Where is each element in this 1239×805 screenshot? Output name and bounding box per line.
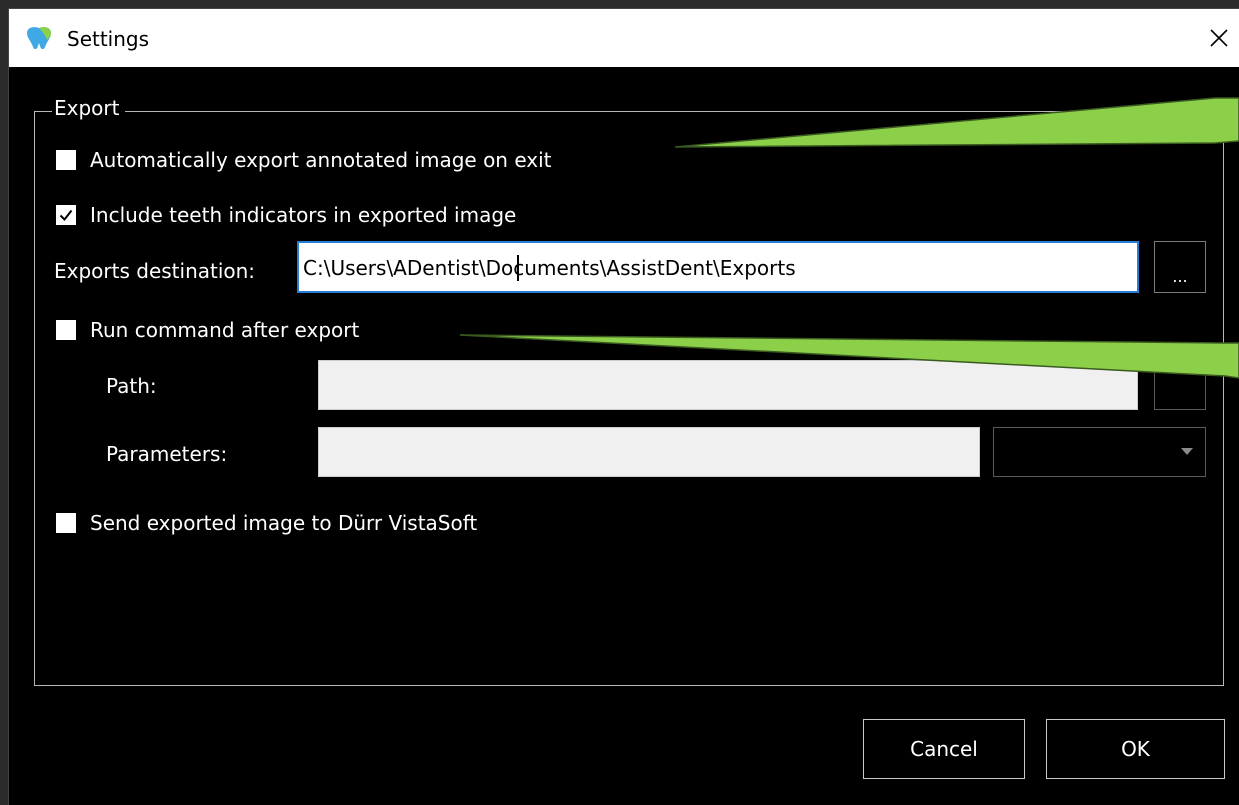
close-button[interactable] — [1199, 9, 1239, 67]
include-teeth-row: Include teeth indicators in exported ima… — [56, 202, 516, 228]
parameters-dropdown[interactable] — [993, 427, 1206, 477]
auto-export-label: Automatically export annotated image on … — [90, 148, 552, 172]
close-icon — [1210, 29, 1228, 47]
window-title: Settings — [67, 27, 150, 51]
auto-export-row: Automatically export annotated image on … — [56, 147, 552, 173]
parameters-label: Parameters: — [106, 442, 228, 466]
settings-dialog: Settings Export Automatically export ann… — [8, 8, 1239, 805]
path-label: Path: — [106, 374, 157, 398]
include-teeth-label: Include teeth indicators in exported ima… — [90, 203, 517, 227]
title-bar: Settings — [9, 9, 1239, 67]
path-input[interactable] — [318, 360, 1138, 410]
run-command-row: Run command after export — [56, 317, 359, 343]
app-logo-icon — [27, 27, 51, 50]
export-group-label: Export — [52, 95, 126, 121]
send-vistasoft-checkbox[interactable] — [56, 513, 76, 533]
parameters-input[interactable] — [318, 427, 980, 477]
auto-export-checkbox[interactable] — [56, 150, 76, 170]
browse-path-button[interactable] — [1154, 360, 1206, 410]
browse-destination-button[interactable]: ... — [1154, 241, 1206, 293]
include-teeth-checkbox[interactable] — [56, 205, 76, 225]
chevron-down-icon — [1181, 448, 1193, 455]
ok-button[interactable]: OK — [1046, 719, 1225, 779]
exports-destination-label: Exports destination: — [54, 259, 256, 283]
checkmark-icon — [59, 209, 73, 222]
send-vistasoft-row: Send exported image to Dürr VistaSoft — [56, 510, 477, 536]
run-command-checkbox[interactable] — [56, 320, 76, 340]
cancel-button[interactable]: Cancel — [863, 719, 1025, 779]
text-cursor — [517, 255, 519, 281]
send-vistasoft-label: Send exported image to Dürr VistaSoft — [90, 511, 478, 535]
run-command-label: Run command after export — [90, 318, 360, 342]
exports-destination-input[interactable]: C:\Users\ADentist\Documents\AssistDent\E… — [297, 241, 1139, 293]
